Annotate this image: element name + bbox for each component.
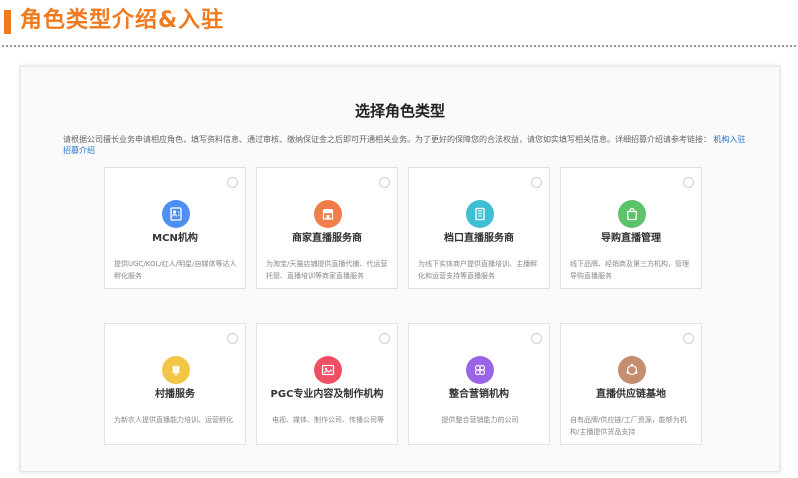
role-description: 电视、媒体、制作公司、传播公司等 <box>272 416 384 424</box>
role-description: 为线下实体商户提供直播培训、主播孵化和运营支持等直播服务 <box>418 260 537 280</box>
intro-text: 请根据公司擅长业务申请相应角色，填写资料信息、通过审核、缴纳保证金之后即可开通相… <box>63 134 753 156</box>
radio-button[interactable] <box>531 333 542 344</box>
role-selection-panel: 选择角色类型 请根据公司擅长业务申请相应角色，填写资料信息、通过审核、缴纳保证金… <box>20 66 780 472</box>
building-icon <box>466 200 494 228</box>
radio-button[interactable] <box>379 177 390 188</box>
radio-button[interactable] <box>683 177 694 188</box>
header-divider <box>2 45 796 47</box>
role-title: 村播服务 <box>155 389 195 400</box>
store-icon <box>314 200 342 228</box>
role-card-stall-live[interactable]: 档口直播服务商 为线下实体商户提供直播培训、主播孵化和运营支持等直播服务 <box>408 167 550 289</box>
role-title: 商家直播服务商 <box>292 233 362 244</box>
role-card-village-live[interactable]: 村播服务 为新农人提供直播能力培训、运营孵化 <box>104 323 246 445</box>
role-description: 为淘宝/天猫店铺提供直播代播、代运营托管、直播培训等商家直播服务 <box>266 260 388 280</box>
shopping-bag-icon <box>618 200 646 228</box>
role-card-supply-chain[interactable]: 直播供应链基地 自有品牌/供应链/工厂资源，能够为机构/主播提供货品支持 <box>560 323 702 445</box>
role-title: 档口直播服务商 <box>444 233 514 244</box>
wheat-icon <box>162 356 190 384</box>
radio-button[interactable] <box>227 177 238 188</box>
radio-button[interactable] <box>683 333 694 344</box>
radio-button[interactable] <box>379 333 390 344</box>
media-icon <box>314 356 342 384</box>
radio-button[interactable] <box>227 333 238 344</box>
radio-button[interactable] <box>531 177 542 188</box>
role-card-mcn[interactable]: MCN机构 提供UGC/KOL/红人/明星/自媒体等达人孵化服务 <box>104 167 246 289</box>
role-description: 线下品牌、经销商及第三方机构，管理导购直播服务 <box>570 260 689 280</box>
role-description: 提供整合营销能力的公司 <box>441 416 519 424</box>
intro-description: 请根据公司擅长业务申请相应角色，填写资料信息、通过审核、缴纳保证金之后即可开通相… <box>63 135 711 144</box>
role-card-pgc[interactable]: PGC专业内容及制作机构 电视、媒体、制作公司、传播公司等 <box>256 323 398 445</box>
role-description: 为新农人提供直播能力培训、运营孵化 <box>114 416 233 424</box>
panel-title: 选择角色类型 <box>354 102 445 120</box>
role-title: MCN机构 <box>152 233 198 244</box>
role-title: PGC专业内容及制作机构 <box>270 389 384 400</box>
clover-icon <box>466 356 494 384</box>
supply-chain-icon <box>618 356 646 384</box>
page-header: 角色类型介绍&入驻 <box>0 0 798 47</box>
role-description: 提供UGC/KOL/红人/明星/自媒体等达人孵化服务 <box>114 260 237 280</box>
role-card-merchant-live[interactable]: 商家直播服务商 为淘宝/天猫店铺提供直播代播、代运营托管、直播培训等商家直播服务 <box>256 167 398 289</box>
page-title: 角色类型介绍&入驻 <box>20 8 225 33</box>
role-description: 自有品牌/供应链/工厂资源，能够为机构/主播提供货品支持 <box>570 416 687 436</box>
header-accent-bar <box>4 10 11 34</box>
role-title: 整合营销机构 <box>449 389 509 400</box>
role-title: 直播供应链基地 <box>596 389 666 400</box>
role-card-shopping-guide[interactable]: 导购直播管理 线下品牌、经销商及第三方机构，管理导购直播服务 <box>560 167 702 289</box>
role-title: 导购直播管理 <box>601 233 661 244</box>
role-card-integrated-marketing[interactable]: 整合营销机构 提供整合营销能力的公司 <box>408 323 550 445</box>
person-card-icon <box>162 200 190 228</box>
